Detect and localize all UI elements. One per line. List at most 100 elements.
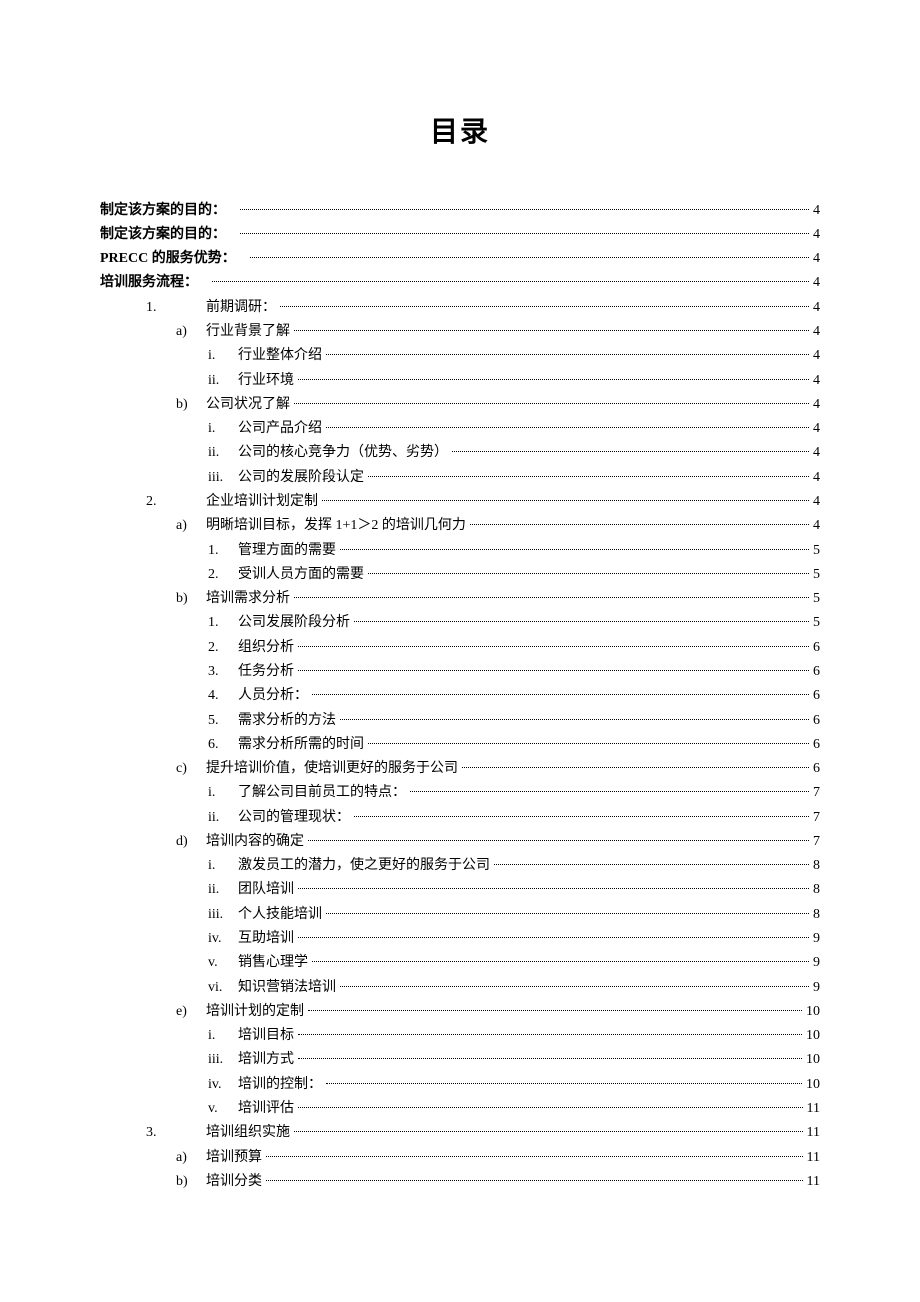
toc-entry-pagenum: 6 [813,733,820,756]
toc-entry: a)明晰培训目标，发挥 1+1＞2 的培训几何力4 [100,514,820,538]
toc-entry-marker: iv. [208,927,238,950]
toc-entry-label: a)培训预算 [176,1146,262,1169]
toc-entry-label: v.销售心理学 [208,951,308,974]
toc-entry-text: 行业整体介绍 [238,348,322,363]
toc-entry-label: 5.需求分析的方法 [208,709,336,732]
toc-entry-text: 前期调研： [206,300,276,315]
toc-entry-marker: iii. [208,1048,238,1071]
toc-entry: iv.培训的控制：10 [100,1072,820,1096]
toc-leader-dots [368,476,809,477]
toc-entry-label: 2.受训人员方面的需要 [208,563,364,586]
toc-leader-dots [294,330,809,331]
toc-entry-label: 1.公司发展阶段分析 [208,611,350,634]
toc-entry-label: 1.前期调研： [146,296,276,319]
toc-entry-text: 培训服务流程： [100,275,198,290]
page-title: 目录 [100,110,820,150]
toc-leader-dots [494,864,809,865]
toc-entry-label: iv.互助培训 [208,927,294,950]
toc-entry-label: 3.任务分析 [208,660,294,683]
toc-entry-marker: v. [208,951,238,974]
toc-entry-marker: 2. [146,490,206,513]
toc-leader-dots [298,1107,803,1108]
toc-entry-pagenum: 11 [807,1097,820,1120]
toc-entry-text: 培训需求分析 [206,591,290,606]
toc-entry: 1.管理方面的需要5 [100,538,820,562]
toc-entry-text: 了解公司目前员工的特点： [238,785,406,800]
toc-entry-pagenum: 10 [806,1024,820,1047]
toc-entry: v.培训评估 11 [100,1096,820,1120]
toc-entry-text: 培训目标 [238,1028,294,1043]
toc-entry-marker: a) [176,320,206,343]
toc-entry-marker: ii. [208,441,238,464]
toc-entry-text: 培训内容的确定 [206,834,304,849]
toc-entry-label: i.了解公司目前员工的特点： [208,781,406,804]
toc-entry-pagenum: 4 [813,296,820,319]
toc-leader-dots [294,1131,803,1132]
toc-entry: e)培训计划的定制10 [100,999,820,1023]
toc-leader-dots [312,961,809,962]
toc-entry-text: 培训的控制： [238,1077,322,1092]
toc-entry: d)培训内容的确定7 [100,829,820,853]
toc-leader-dots [250,257,809,258]
toc-entry-marker: 1. [208,611,238,634]
toc-entry-marker: i. [208,344,238,367]
toc-entry-marker: b) [176,393,206,416]
toc-entry-marker: ii. [208,878,238,901]
toc-entry-label: ii.团队培训 [208,878,294,901]
toc-entry-marker: a) [176,514,206,537]
toc-entry-label: i.培训目标 [208,1024,294,1047]
toc-entry-text: 行业环境 [238,373,294,388]
toc-entry: ii.行业环境4 [100,368,820,392]
toc-entry-pagenum: 6 [813,636,820,659]
toc-entry-text: 知识营销法培训 [238,980,336,995]
toc-entry-label: v.培训评估 [208,1097,294,1120]
toc-entry-pagenum: 4 [813,199,820,222]
toc-entry-label: i.公司产品介绍 [208,417,322,440]
toc-entry-marker: i. [208,417,238,440]
toc-entry-text: 互助培训 [238,931,294,946]
toc-leader-dots [470,524,809,525]
toc-entry: iii.培训方式10 [100,1048,820,1072]
toc-entry-marker: vi. [208,976,238,999]
toc-entry-label: iii.公司的发展阶段认定 [208,466,364,489]
toc-leader-dots [294,597,809,598]
toc-entry-text: 培训分类 [206,1174,262,1189]
toc-entry-text: 组织分析 [238,640,294,655]
toc-entry-text: PRECC 的服务优势： [100,251,236,266]
toc-leader-dots [354,621,809,622]
toc-entry-pagenum: 4 [813,271,820,294]
toc-leader-dots [452,451,809,452]
toc-entry-pagenum: 10 [806,1048,820,1071]
toc-leader-dots [326,354,809,355]
toc-entry-marker: e) [176,1000,206,1023]
toc-entry: 2.企业培训计划定制4 [100,489,820,513]
toc-entry: i.行业整体介绍 4 [100,344,820,368]
toc-entry-pagenum: 8 [813,854,820,877]
toc-entry-label: 6.需求分析所需的时间 [208,733,364,756]
toc-entry-text: 人员分析： [238,688,308,703]
toc-entry-label: 制定该方案的目的： [100,223,236,246]
toc-leader-dots [410,791,809,792]
toc-entry-marker: v. [208,1097,238,1120]
toc-entry-label: ii.公司的管理现状： [208,806,350,829]
toc-entry-label: b)培训分类 [176,1170,262,1193]
toc-entry: b)培训需求分析5 [100,587,820,611]
toc-entry: 2.受训人员方面的需要5 [100,562,820,586]
toc-entry-pagenum: 4 [813,344,820,367]
toc-entry-label: 3.培训组织实施 [146,1121,290,1144]
toc-entry: 3.任务分析6 [100,659,820,683]
toc-entry-text: 公司的发展阶段认定 [238,470,364,485]
toc-entry-label: e)培训计划的定制 [176,1000,304,1023]
toc-entry-marker: 2. [208,636,238,659]
toc-leader-dots [368,573,809,574]
toc-leader-dots [298,379,809,380]
toc-entry-marker: ii. [208,806,238,829]
toc-entry-marker: 6. [208,733,238,756]
toc-leader-dots [212,281,809,282]
toc-entry-marker: i. [208,1024,238,1047]
document-page: 目录 制定该方案的目的：4制定该方案的目的：4PRECC 的服务优势：4培训服务… [0,0,920,1274]
toc-entry-marker: b) [176,1170,206,1193]
toc-leader-dots [298,937,809,938]
toc-entry-text: 需求分析的方法 [238,713,336,728]
toc-entry-text: 需求分析所需的时间 [238,737,364,752]
